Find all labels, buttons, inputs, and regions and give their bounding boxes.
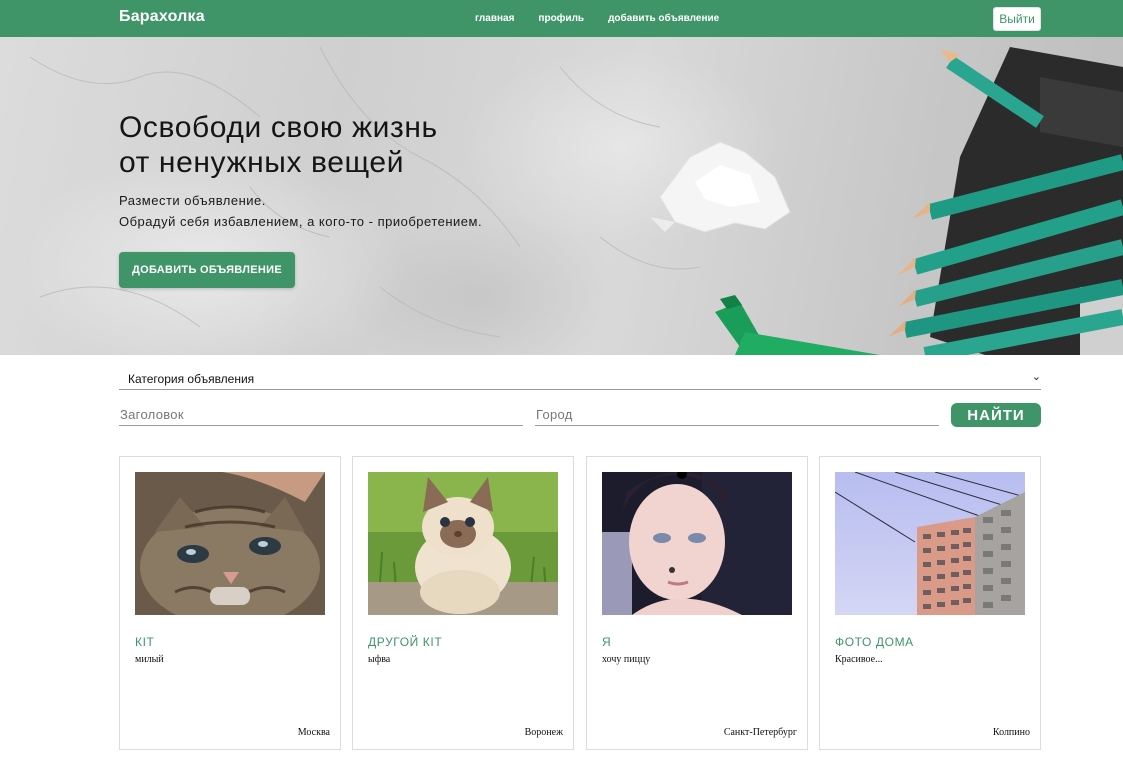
crumpled-paper	[650, 141, 791, 233]
nav-links: главная профиль добавить объявление	[475, 13, 743, 24]
nav-link-profile[interactable]: профиль	[538, 13, 584, 24]
listing-title[interactable]: кіт	[135, 635, 154, 649]
hero-subtitle-line2: Обрадуй себя избавлением, а кого-то - пр…	[119, 214, 483, 229]
hero-add-listing-button[interactable]: ДОБАВИТЬ ОБЪЯВЛЕНИЕ	[119, 252, 295, 288]
listing-photo-building[interactable]	[835, 472, 1025, 615]
listing-description: Красивое...	[835, 654, 883, 665]
nav-link-add-listing[interactable]: добавить объявление	[608, 13, 719, 24]
listing-description: милый	[135, 654, 164, 665]
listing-title[interactable]: я	[602, 635, 611, 649]
logout-button[interactable]: Выйти	[993, 7, 1041, 31]
hero-subtitle: Размести объявление. Обрадуй себя избавл…	[119, 190, 482, 232]
hero-banner: Освободи свою жизнь от ненужных вещей Ра…	[0, 37, 1123, 355]
hero-heading-line1: Освободи свою жизнь	[119, 111, 438, 144]
listing-card[interactable]: другой кіт ыфва Воронеж	[352, 456, 574, 750]
listing-card[interactable]: кіт милый Москва	[119, 456, 341, 750]
listing-photo-kitten[interactable]	[135, 472, 325, 615]
nav-link-home[interactable]: главная	[475, 13, 514, 24]
listing-photo-kitten[interactable]	[368, 472, 558, 615]
brand-logo[interactable]: Барахолка	[119, 8, 205, 26]
top-navbar: Барахолка главная профиль добавить объяв…	[0, 0, 1123, 37]
listing-card[interactable]: фото дома Красивое... Колпино	[819, 456, 1041, 750]
listing-city: Колпино	[992, 727, 1030, 738]
green-marker	[715, 295, 880, 355]
chevron-down-icon: ⌄	[1031, 371, 1041, 383]
listing-city: Воронеж	[524, 727, 563, 738]
listing-description: ыфва	[368, 654, 391, 665]
title-search-input[interactable]	[119, 403, 523, 426]
listing-title[interactable]: другой кіт	[368, 635, 442, 649]
category-select[interactable]: Категория объявления ⌄	[119, 366, 1041, 390]
listing-city: Санкт-Петербург	[723, 727, 797, 738]
hero-heading-line2: от ненужных вещей	[119, 146, 405, 179]
hero-heading: Освободи свою жизнь от ненужных вещей	[119, 110, 539, 180]
city-search-input[interactable]	[535, 403, 939, 426]
listing-description: хочу пиццу	[602, 654, 651, 665]
listing-title[interactable]: фото дома	[835, 635, 914, 649]
listing-card[interactable]: я хочу пиццу Санкт-Петербург	[586, 456, 808, 750]
hero-subtitle-line1: Размести объявление.	[119, 193, 266, 208]
listing-photo-portrait[interactable]	[602, 472, 792, 615]
category-select-value: Категория объявления	[128, 372, 255, 386]
listing-city: Москва	[297, 727, 330, 738]
search-button[interactable]: НАЙТИ	[951, 403, 1041, 427]
